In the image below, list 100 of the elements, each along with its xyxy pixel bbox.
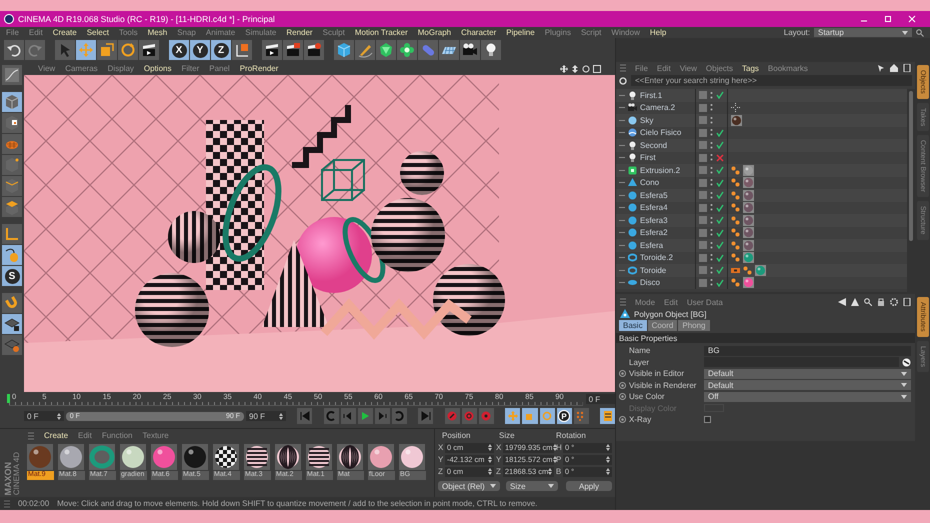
material-swatch[interactable] bbox=[151, 444, 177, 470]
mode-button[interactable] bbox=[2, 224, 22, 244]
current-frame-field[interactable]: 0 F bbox=[586, 394, 615, 404]
search-icon[interactable] bbox=[619, 76, 627, 84]
checkmark-icon[interactable] bbox=[716, 254, 724, 262]
checkmark-icon[interactable] bbox=[716, 128, 724, 137]
checkmark-icon[interactable] bbox=[716, 141, 724, 150]
menu-item[interactable]: ProRender bbox=[240, 64, 278, 73]
toolbar-button[interactable] bbox=[232, 40, 252, 60]
name-field[interactable]: BG bbox=[704, 346, 911, 356]
object-row[interactable]: Esfera3 bbox=[616, 214, 907, 226]
cross-icon[interactable] bbox=[716, 154, 724, 162]
menu-item[interactable]: MoGraph bbox=[418, 28, 452, 37]
axis-toggle[interactable]: Z bbox=[211, 40, 231, 60]
menu-item[interactable]: Texture bbox=[142, 431, 169, 440]
gear-icon[interactable] bbox=[890, 298, 898, 306]
animation-dot-icon[interactable] bbox=[619, 382, 626, 389]
menu-item[interactable]: Edit bbox=[28, 28, 43, 37]
tab[interactable]: Coord bbox=[648, 320, 678, 331]
menu-item[interactable]: Render bbox=[286, 28, 313, 37]
menu-item[interactable]: Options bbox=[144, 64, 172, 73]
object-row[interactable]: Disco bbox=[616, 276, 907, 289]
object-row[interactable]: Esfera4 bbox=[616, 202, 907, 214]
mode-button[interactable] bbox=[2, 113, 22, 133]
dropdown[interactable]: Default bbox=[704, 380, 911, 390]
menu-item[interactable]: Plugins bbox=[544, 28, 571, 37]
menu-item[interactable]: Bookmarks bbox=[768, 64, 808, 72]
object-row[interactable]: Cielo Fisico bbox=[616, 126, 907, 139]
checkmark-icon[interactable] bbox=[716, 178, 724, 187]
lock-icon[interactable] bbox=[877, 298, 885, 306]
menu-item[interactable]: Snap bbox=[177, 28, 196, 37]
search-icon[interactable] bbox=[864, 298, 872, 306]
pin-icon[interactable] bbox=[903, 298, 911, 306]
menu-item[interactable]: Sculpt bbox=[322, 28, 345, 37]
close-icon[interactable] bbox=[908, 15, 916, 23]
checkmark-icon[interactable] bbox=[716, 191, 724, 200]
animation-dot-icon[interactable] bbox=[619, 416, 626, 424]
menu-item[interactable]: Create bbox=[44, 431, 68, 440]
checkmark-icon[interactable] bbox=[716, 228, 724, 237]
checkmark-icon[interactable] bbox=[716, 204, 724, 212]
maximize-icon[interactable] bbox=[884, 15, 892, 23]
timeline-button[interactable] bbox=[505, 408, 520, 424]
layer-icon[interactable] bbox=[902, 358, 911, 367]
parameter-key-button[interactable]: P bbox=[556, 408, 572, 424]
mode-button[interactable] bbox=[2, 197, 22, 217]
menu-item[interactable]: Display bbox=[108, 64, 134, 73]
menu-item[interactable]: Tags bbox=[742, 64, 759, 72]
toolbar-button[interactable] bbox=[304, 40, 324, 60]
pointer-icon[interactable] bbox=[877, 64, 885, 72]
timeline-button[interactable] bbox=[600, 408, 616, 424]
mode-button[interactable] bbox=[2, 314, 22, 334]
material-swatch[interactable] bbox=[120, 444, 146, 470]
material-swatch[interactable] bbox=[368, 444, 394, 470]
layout-dropdown[interactable]: Startup bbox=[814, 28, 912, 37]
checkmark-icon[interactable] bbox=[716, 266, 724, 274]
timeline-button[interactable] bbox=[540, 408, 555, 424]
mode-button[interactable] bbox=[2, 65, 22, 85]
menu-item[interactable]: View bbox=[38, 64, 56, 73]
rotate-view-icon[interactable] bbox=[582, 64, 590, 72]
checkbox[interactable] bbox=[704, 416, 711, 424]
move-view-icon[interactable] bbox=[560, 64, 568, 72]
material-swatch[interactable] bbox=[27, 444, 53, 470]
layer-field[interactable] bbox=[704, 357, 899, 368]
mode-button[interactable] bbox=[2, 293, 22, 313]
toolbar-button[interactable] bbox=[262, 40, 282, 60]
menu-item[interactable]: Create bbox=[52, 28, 77, 37]
material-swatch[interactable] bbox=[337, 444, 363, 470]
maximize-view-icon[interactable] bbox=[593, 64, 601, 72]
apply-button[interactable]: Apply bbox=[566, 481, 612, 491]
menu-item[interactable]: Mode bbox=[635, 298, 656, 306]
toolbar-button[interactable] bbox=[460, 40, 480, 60]
object-row[interactable]: Esfera bbox=[616, 239, 907, 252]
material-swatch[interactable] bbox=[182, 444, 208, 470]
dropdown[interactable]: Size bbox=[506, 481, 558, 491]
object-row[interactable]: Toroide.2 bbox=[616, 252, 907, 264]
tab[interactable]: Basic bbox=[619, 320, 647, 331]
checkmark-icon[interactable] bbox=[716, 278, 724, 287]
back-arrow-icon[interactable] bbox=[838, 298, 846, 306]
menu-item[interactable]: Animate bbox=[206, 28, 236, 37]
pin-icon[interactable] bbox=[903, 64, 911, 72]
start-frame-field[interactable]: 0 F bbox=[24, 411, 64, 421]
checkmark-icon[interactable] bbox=[716, 216, 724, 224]
toolbar-button[interactable] bbox=[283, 40, 303, 60]
object-row[interactable]: Camera.2 bbox=[616, 102, 907, 114]
end-frame-field[interactable]: 90 F bbox=[246, 411, 286, 421]
mode-button[interactable] bbox=[2, 335, 22, 355]
material-swatch[interactable] bbox=[244, 444, 270, 470]
menu-item[interactable]: Function bbox=[102, 431, 132, 440]
material-swatch[interactable] bbox=[306, 444, 332, 470]
checkmark-icon[interactable] bbox=[716, 241, 724, 250]
timeline-button[interactable] bbox=[478, 408, 494, 424]
object-row[interactable]: Esfera2 bbox=[616, 226, 907, 239]
material-swatch[interactable] bbox=[213, 444, 239, 470]
menu-item[interactable]: View bbox=[680, 64, 697, 72]
dropdown[interactable]: Default bbox=[704, 368, 911, 379]
material-swatch[interactable] bbox=[399, 444, 425, 470]
object-row[interactable]: Cono bbox=[616, 176, 907, 189]
search-field[interactable]: <<Enter your search string here>> bbox=[631, 75, 912, 86]
menu-item[interactable]: Objects bbox=[706, 64, 734, 72]
object-row[interactable]: Esfera5 bbox=[616, 189, 907, 202]
